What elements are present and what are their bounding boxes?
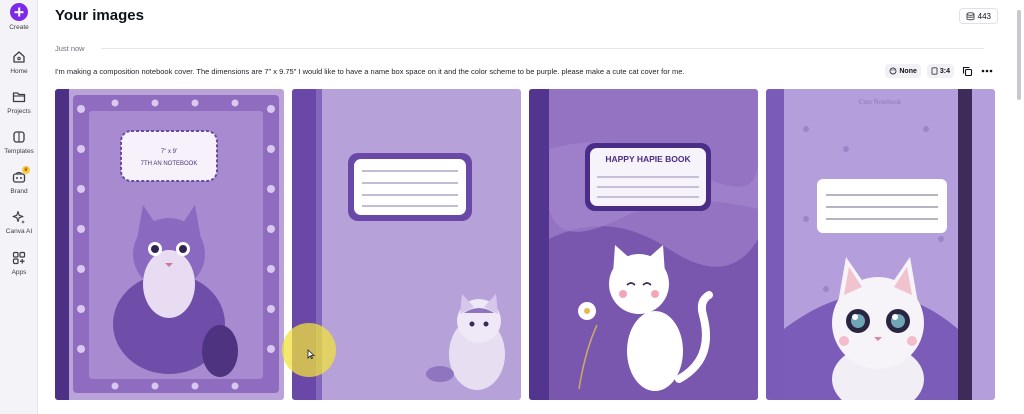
- group-time-label: Just now: [55, 44, 85, 53]
- notebook-cover-image: Cute Notebook: [766, 89, 995, 400]
- scrollbar[interactable]: [1017, 10, 1021, 100]
- sidebar-item-brand[interactable]: ♛ Brand: [0, 166, 38, 195]
- style-chip[interactable]: None: [885, 64, 921, 78]
- folder-icon: [12, 92, 26, 103]
- card-1-label-line2: 7TH AN NOTEBOOK: [141, 161, 198, 167]
- card-1-label-line1: 7" x 9': [161, 149, 177, 155]
- prompt-text: I'm making a composition notebook cover.…: [55, 67, 685, 76]
- image-gallery: 7" x 9' 7TH AN NOTEBOOK HAPPY HAPIE BOOK…: [55, 89, 995, 400]
- mouse-cursor-icon: [307, 349, 315, 359]
- generated-image-1[interactable]: 7" x 9' 7TH AN NOTEBOOK: [55, 89, 284, 400]
- stack-icon: [966, 11, 975, 20]
- sidebar-item-create[interactable]: Create: [0, 3, 38, 31]
- canva-app: Create Home Projects Templates ♛ Brand C…: [0, 0, 1024, 414]
- notebook-cover-image: 7" x 9' 7TH AN NOTEBOOK: [55, 89, 284, 400]
- sidebar-item-apps[interactable]: Apps: [0, 250, 38, 276]
- plus-icon: [10, 3, 28, 21]
- style-chip-label: None: [899, 67, 917, 75]
- apps-icon: [12, 251, 26, 265]
- generated-image-4[interactable]: Cute Notebook: [766, 89, 995, 400]
- card-4-label-title: Cute Notebook: [859, 98, 902, 106]
- sidebar-item-label: Canva AI: [5, 228, 33, 235]
- image-count-badge[interactable]: 443: [958, 8, 998, 24]
- palette-icon: [889, 67, 897, 75]
- ratio-icon: [931, 67, 938, 75]
- aspect-ratio-label: 3:4: [939, 67, 950, 75]
- copy-icon: [962, 66, 972, 76]
- divider: [101, 48, 984, 49]
- crown-icon: ♛: [22, 166, 30, 174]
- prompt-toolbar: None 3:4: [885, 64, 994, 78]
- image-count-value: 443: [977, 11, 991, 21]
- sidebar-item-label: Apps: [11, 269, 27, 276]
- notebook-cover-image: HAPPY HAPIE BOOK: [529, 89, 758, 400]
- generated-image-3[interactable]: HAPPY HAPIE BOOK: [529, 89, 758, 400]
- sidebar-item-label: Create: [9, 24, 29, 31]
- sidebar-item-projects[interactable]: Projects: [0, 89, 38, 115]
- sidebar-item-label: Brand: [10, 188, 28, 195]
- home-icon: [13, 51, 25, 63]
- sparkle-icon: [12, 210, 25, 224]
- card-3-label-title: HAPPY HAPIE BOOK: [605, 154, 691, 164]
- aspect-ratio-chip[interactable]: 3:4: [926, 64, 954, 78]
- main-panel: Your images 443 Just now I'm making a co…: [38, 0, 1024, 414]
- sidebar-item-label: Projects: [7, 108, 31, 115]
- sidebar-item-templates[interactable]: Templates: [0, 129, 38, 155]
- copy-button[interactable]: [960, 64, 974, 78]
- more-options-button[interactable]: [980, 64, 994, 78]
- page-title: Your images: [55, 7, 144, 24]
- sidebar-item-canva-ai[interactable]: Canva AI: [0, 209, 38, 235]
- templates-icon: [13, 131, 25, 143]
- sidebar-item-label: Home: [10, 68, 28, 75]
- sidebar-item-label: Templates: [4, 148, 34, 155]
- sidebar: Create Home Projects Templates ♛ Brand C…: [0, 0, 38, 414]
- more-icon: [981, 69, 993, 73]
- sidebar-item-home[interactable]: Home: [0, 49, 38, 75]
